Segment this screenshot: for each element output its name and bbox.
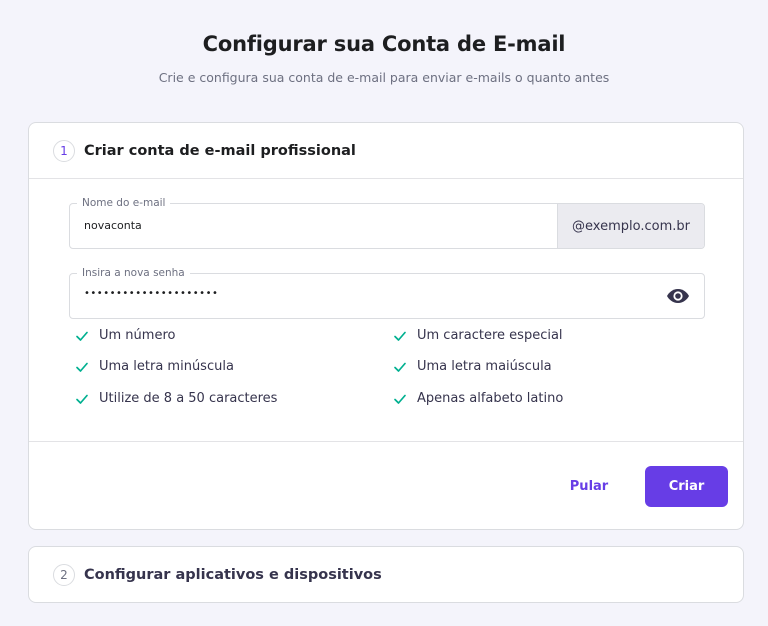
check-icon [394,362,406,372]
password-label: Insira a nova senha [77,266,190,280]
requirement-label: Apenas alfabeto latino [417,391,564,406]
check-icon [394,331,406,341]
requirement-item: Utilize de 8 a 50 caracteres [75,391,277,406]
check-icon [394,394,406,404]
email-name-field[interactable]: Nome do e-mail novaconta @exemplo.com.br [69,196,705,249]
requirement-item: Um caractere especial [393,328,563,343]
requirement-item: Um número [75,328,175,343]
eye-icon[interactable] [666,287,690,305]
requirement-item: Uma letra maiúscula [393,359,552,374]
step1-header: 1 Criar conta de e-mail profissional [29,123,743,179]
create-button[interactable]: Criar [645,466,728,507]
create-email-card: 1 Criar conta de e-mail profissional Nom… [28,122,744,530]
requirement-label: Um número [99,328,176,343]
step2-title: Configurar aplicativos e dispositivos [84,567,382,583]
requirement-label: Um caractere especial [417,328,563,343]
password-field[interactable]: Insira a nova senha ••••••••••••••••••••… [69,266,705,319]
step1-title: Criar conta de e-mail profissional [84,142,356,159]
check-icon [76,362,88,372]
page-subtitle: Crie e configura sua conta de e-mail par… [158,70,610,85]
card-divider [29,441,743,442]
page-title: Configurar sua Conta de E-mail [202,32,566,56]
check-icon [76,394,88,404]
requirement-label: Uma letra minúscula [99,359,234,374]
requirement-label: Utilize de 8 a 50 caracteres [99,391,278,406]
step2-number: 2 [53,564,75,586]
email-name-label: Nome do e-mail [77,196,171,210]
requirement-item: Apenas alfabeto latino [393,391,563,406]
requirement-label: Uma letra maiúscula [417,359,552,374]
email-domain-suffix: @exemplo.com.br [557,204,704,248]
step2-header[interactable]: 2 Configurar aplicativos e dispositivos [29,547,743,603]
skip-button[interactable]: Pular [553,465,625,507]
email-name-value[interactable]: novaconta [84,219,142,232]
password-value[interactable]: ••••••••••••••••••••• [84,288,218,299]
configure-apps-card[interactable]: 2 Configurar aplicativos e dispositivos [28,546,744,603]
step1-number: 1 [53,139,75,162]
check-icon [76,331,88,341]
requirement-item: Uma letra minúscula [75,359,234,374]
